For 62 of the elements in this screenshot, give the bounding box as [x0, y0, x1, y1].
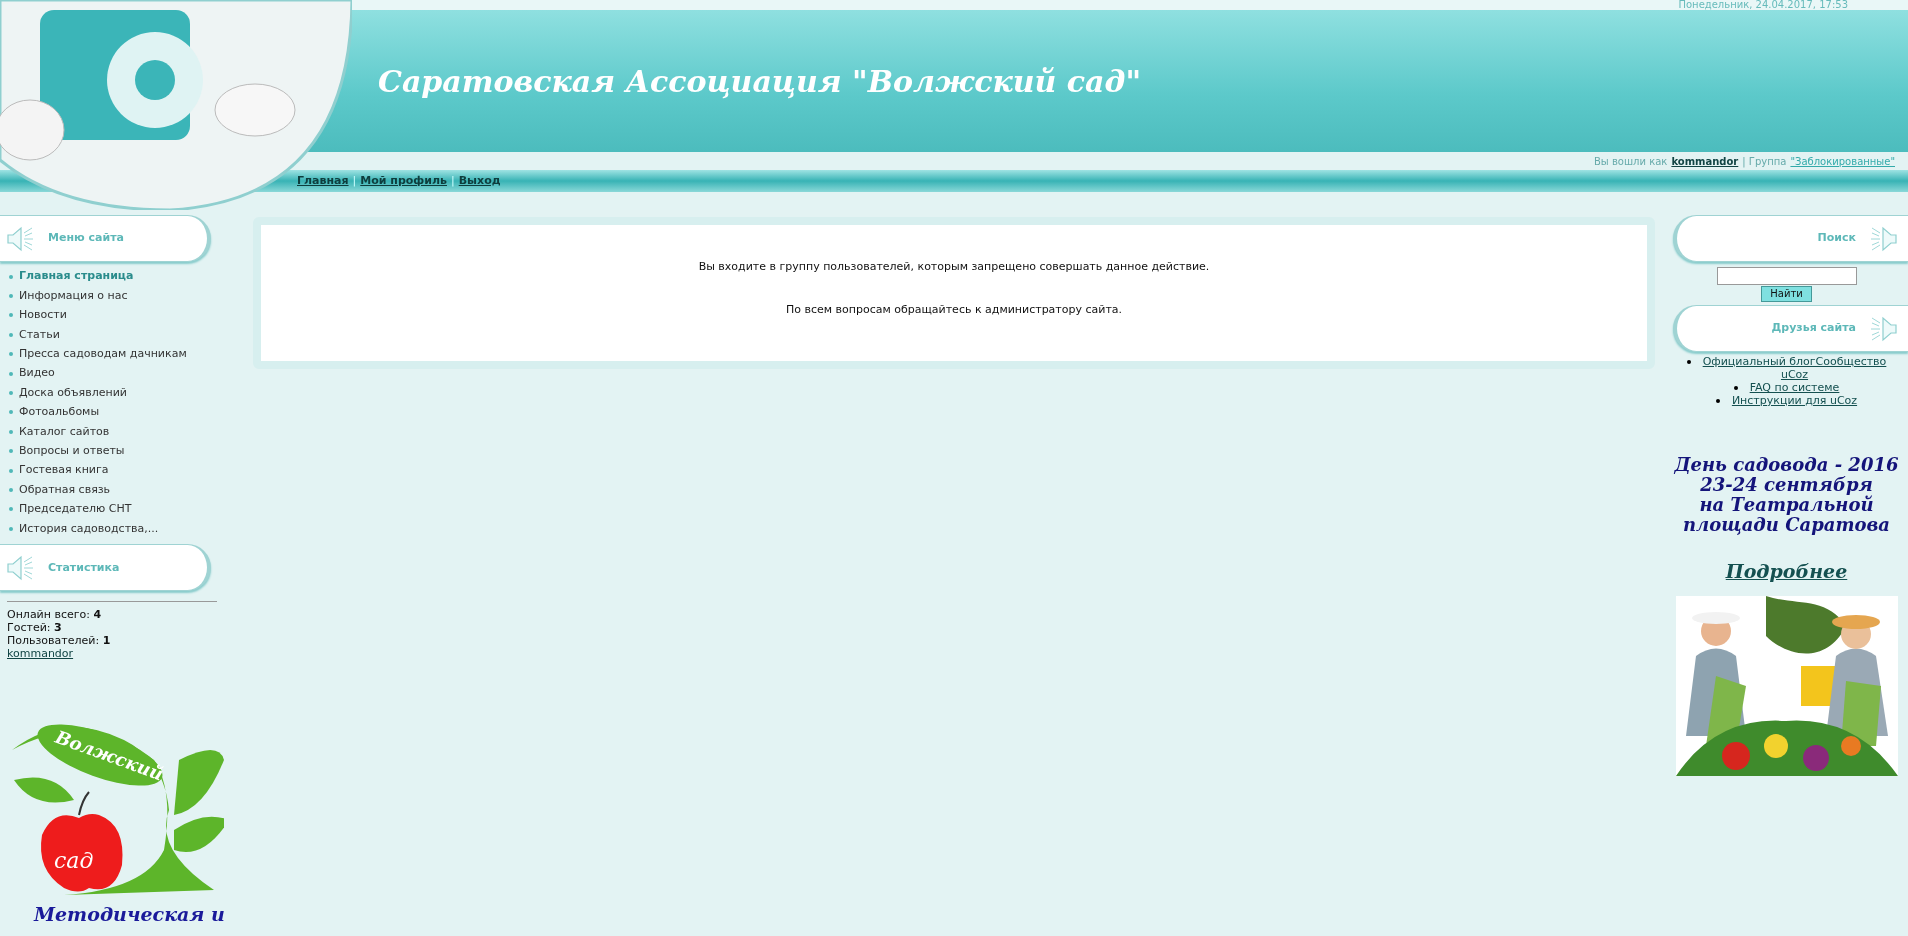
menu-item[interactable]: История садоводства,... — [0, 519, 243, 539]
block-title: Друзья сайта — [1771, 320, 1856, 337]
menu-item[interactable]: Главная страница — [0, 267, 243, 287]
details-link[interactable]: Подробнее — [1725, 557, 1848, 586]
nav-separator: | — [352, 172, 357, 189]
menu-item[interactable]: Новости — [0, 305, 243, 326]
friend-link[interactable]: FAQ по системе — [1749, 381, 1840, 394]
menu-item[interactable]: Доска объявлений — [0, 383, 243, 403]
block-title: Меню сайта — [48, 230, 124, 247]
promo-text: 23-24 сентября — [1700, 475, 1873, 495]
bullet-icon — [9, 391, 13, 396]
menu-item[interactable]: Фотоальбомы — [0, 402, 243, 423]
search-button[interactable]: Найти — [1761, 286, 1812, 302]
bullet-icon — [9, 449, 13, 454]
bullet-icon — [1733, 386, 1738, 390]
bullet-icon — [9, 313, 13, 318]
bullet-icon — [9, 332, 13, 337]
promo-text: площади Саратова — [1683, 515, 1890, 535]
nav-link[interactable]: Главная — [297, 172, 349, 190]
bullet-icon — [9, 410, 13, 415]
block-title: Поиск — [1817, 230, 1856, 247]
login-label: Вы вошли как — [1594, 154, 1668, 169]
bullet-icon — [9, 274, 13, 279]
menu-item[interactable]: Председателю СНТ — [0, 499, 243, 520]
bullet-icon — [9, 429, 13, 434]
bullet-icon — [9, 526, 13, 531]
user-link[interactable]: kommandor — [7, 647, 74, 661]
bullet-icon — [9, 371, 13, 376]
nav-link[interactable]: Мой профиль — [360, 172, 447, 190]
menu-item[interactable]: Статьи — [0, 325, 243, 345]
bullet-icon — [1715, 399, 1720, 403]
bullet-icon — [9, 352, 13, 357]
bullet-icon — [9, 488, 13, 492]
bullet-icon — [9, 468, 13, 473]
friend-link[interactable]: Официальный блогСообщество uCoz — [1702, 355, 1887, 381]
menu-item[interactable]: Пресса садоводам дачникам — [0, 344, 243, 364]
promo-text: День садовода - 2016 — [1674, 455, 1899, 475]
promo-text: на Театральной — [1699, 495, 1874, 515]
friend-link[interactable]: Инструкции для uCoz — [1731, 394, 1858, 407]
menu-item[interactable]: Вопросы и ответы — [0, 441, 243, 461]
logo-caption: Методическая и — [32, 902, 226, 928]
block-title: Статистика — [48, 559, 120, 576]
group-label: | Группа — [1742, 154, 1787, 169]
stats-line: Онлайн всего: 4 — [7, 608, 103, 622]
nav-link[interactable]: Выход — [458, 172, 501, 190]
menu-item[interactable]: Обратная связь — [0, 480, 243, 500]
nav-separator: | — [451, 172, 455, 189]
user-link[interactable]: kommandor — [1671, 153, 1739, 169]
menu-item[interactable]: Информация о нас — [0, 286, 243, 306]
site-title: Саратовская Ассоциация "Волжский сад" — [378, 62, 1142, 101]
date-text: Понедельник, 24.04.2017, 17:53 — [1678, 0, 1848, 10]
bullet-icon — [9, 507, 13, 512]
bullet-icon — [1686, 360, 1691, 364]
stats-line: Пользователей: 1 — [7, 634, 112, 648]
search-field[interactable] — [1716, 267, 1857, 285]
stats-line: Гостей: 3 — [7, 621, 63, 635]
bullet-icon — [9, 294, 13, 299]
menu-item[interactable]: Гостевая книга — [0, 460, 243, 481]
menu-item[interactable]: Каталог сайтов — [0, 422, 243, 442]
message-text: Вы входите в группу пользователей, которым запрещено совершать данное действие. — [698, 259, 1210, 275]
menu-item[interactable]: Видео — [0, 363, 243, 384]
message-text: По всем вопросам обращайтесь к администратору сайта. — [785, 301, 1123, 318]
